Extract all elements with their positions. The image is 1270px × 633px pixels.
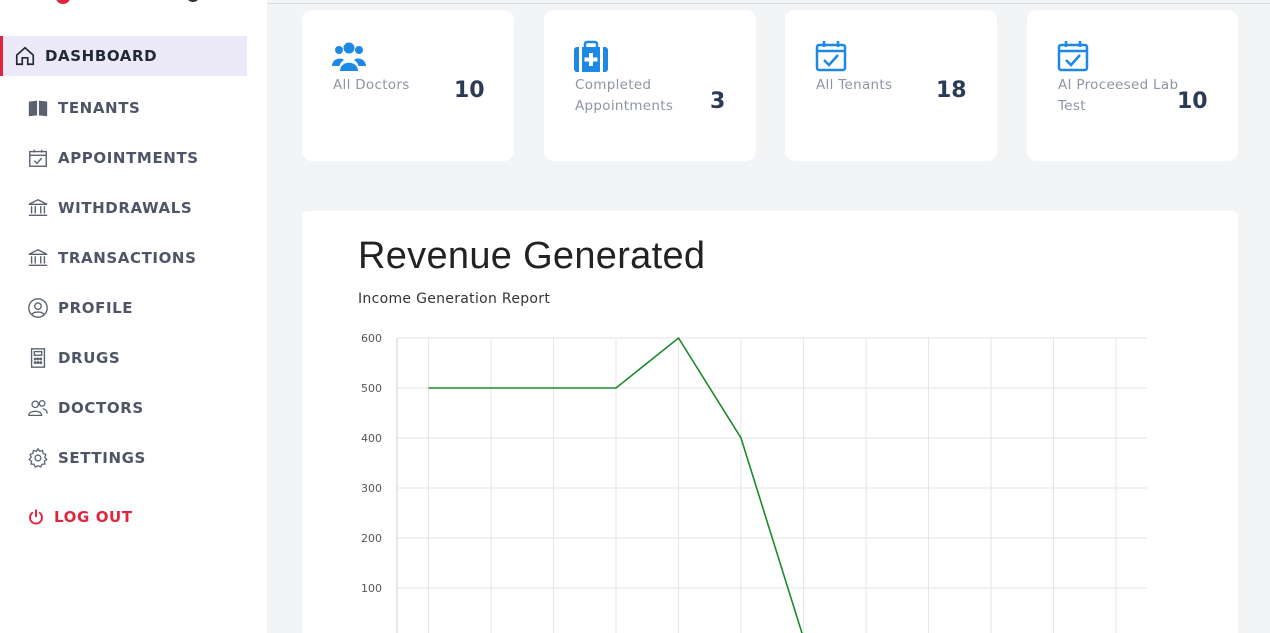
bank-icon <box>27 197 49 219</box>
stat-card-lab-tests[interactable]: AI Proceesed Lab Test 10 <box>1027 10 1238 161</box>
users-icon <box>332 40 366 72</box>
sidebar-item-label: DOCTORS <box>58 399 144 417</box>
power-icon <box>27 506 45 528</box>
sidebar: DASHBOARD TENANTS APPOINTMENTS WITHDRAWA… <box>0 0 267 633</box>
users-icon <box>27 397 49 419</box>
stat-card-tenants[interactable]: All Tenants 18 <box>785 10 997 161</box>
sidebar-item-label: TENANTS <box>58 99 141 117</box>
stat-card-appointments[interactable]: Completed Appointments 3 <box>544 10 756 161</box>
revenue-line-chart: 100 200 300 400 500 600 <box>361 332 1147 633</box>
sidebar-item-settings[interactable]: SETTINGS <box>0 433 247 483</box>
stat-card-label: All Doctors <box>333 77 410 93</box>
stat-card-doctors[interactable]: All Doctors 10 <box>302 10 514 161</box>
user-circle-icon <box>27 297 49 319</box>
top-divider <box>267 0 1270 4</box>
sidebar-item-appointments[interactable]: APPOINTMENTS <box>0 133 247 183</box>
sidebar-item-label: APPOINTMENTS <box>58 149 199 167</box>
sidebar-item-drugs[interactable]: DRUGS <box>0 333 247 383</box>
home-icon <box>14 45 36 67</box>
logout-label: LOG OUT <box>54 508 133 526</box>
sidebar-nav: DASHBOARD TENANTS APPOINTMENTS WITHDRAWA… <box>0 36 247 483</box>
sidebar-item-doctors[interactable]: DOCTORS <box>0 383 247 433</box>
stat-card-value: 18 <box>936 78 967 103</box>
sidebar-item-label: DRUGS <box>58 349 121 367</box>
sidebar-item-dashboard[interactable]: DASHBOARD <box>0 36 247 76</box>
sidebar-item-transactions[interactable]: TRANSACTIONS <box>0 233 247 283</box>
stat-card-label: AI Proceesed Lab Test <box>1058 77 1179 114</box>
logout-button[interactable]: LOG OUT <box>27 506 133 528</box>
medical-kit-icon <box>574 40 608 72</box>
book-icon <box>27 97 49 119</box>
calendar-check-icon <box>815 40 849 72</box>
y-tick-label: 600 <box>361 332 382 345</box>
stat-card-label: All Tenants <box>816 77 893 93</box>
calendar-check-icon <box>27 147 49 169</box>
gear-icon <box>27 447 49 469</box>
stat-card-value: 10 <box>454 78 485 103</box>
sidebar-item-label: WITHDRAWALS <box>58 199 193 217</box>
sidebar-item-label: TRANSACTIONS <box>58 249 197 267</box>
y-tick-label: 200 <box>361 532 382 545</box>
stat-card-label: Completed Appointments <box>575 77 674 114</box>
y-tick-label: 400 <box>361 432 382 445</box>
revenue-chart-card: Revenue Generated Income Generation Repo… <box>302 211 1238 633</box>
sidebar-item-label: PROFILE <box>58 299 134 317</box>
bank-icon <box>27 247 49 269</box>
sidebar-item-label: DASHBOARD <box>45 47 158 65</box>
sidebar-item-tenants[interactable]: TENANTS <box>0 83 247 133</box>
logo-fragment <box>56 0 70 4</box>
y-tick-label: 500 <box>361 382 382 395</box>
logo-fragment-2 <box>186 0 200 2</box>
y-tick-label: 300 <box>361 482 382 495</box>
calculator-icon <box>27 347 49 369</box>
sidebar-item-withdrawals[interactable]: WITHDRAWALS <box>0 183 247 233</box>
stat-card-value: 3 <box>710 89 726 114</box>
calendar-check-icon <box>1057 40 1091 72</box>
y-tick-label: 100 <box>361 582 382 595</box>
stat-card-value: 10 <box>1177 89 1208 114</box>
sidebar-item-profile[interactable]: PROFILE <box>0 283 247 333</box>
sidebar-item-label: SETTINGS <box>58 449 146 467</box>
